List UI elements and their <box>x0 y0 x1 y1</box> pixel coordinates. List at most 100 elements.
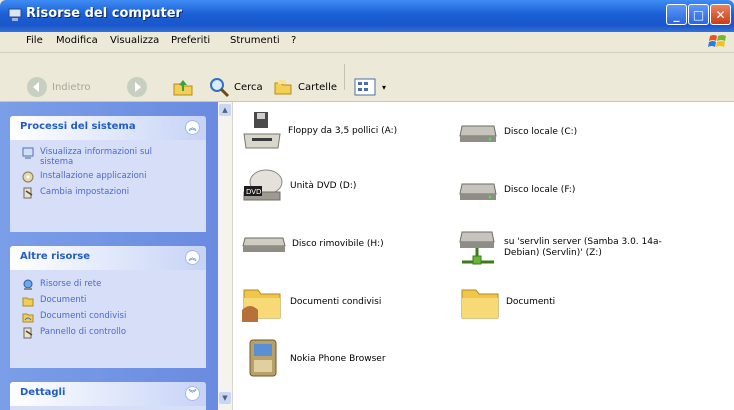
scroll-down-icon[interactable]: ▼ <box>219 392 231 404</box>
menu-strumenti[interactable]: Strumenti <box>230 35 280 46</box>
back-arrow-icon <box>27 77 47 97</box>
back-label: Indietro <box>52 81 91 93</box>
install-programs-icon <box>22 171 34 183</box>
group-title: Processi del sistema <box>20 121 136 132</box>
drive-local-c[interactable]: Disco locale (C:) <box>458 118 577 146</box>
toolbar-separator <box>344 64 345 90</box>
item-label: Nokia Phone Browser <box>290 353 386 364</box>
folder-shared-documents[interactable]: Documenti condivisi <box>240 280 381 324</box>
drive-floppy-a[interactable]: Floppy da 3,5 pollici (A:) <box>242 110 397 152</box>
control-panel-icon <box>23 327 33 339</box>
floppy-drive-icon <box>243 112 281 149</box>
explorer-window: Risorse del computer _ □ ✕ File Modifica… <box>0 0 734 410</box>
item-label: Unità DVD (D:) <box>290 180 357 191</box>
item-label: su 'servlin server (Samba 3.0. 14a-Debia… <box>504 237 662 258</box>
svg-text:DVD: DVD <box>246 188 261 196</box>
minimize-button[interactable]: _ <box>666 4 687 25</box>
network-drive-icon <box>459 231 495 265</box>
task-documents[interactable]: Documenti <box>10 293 206 309</box>
up-folder-icon <box>173 80 193 96</box>
scroll-up-icon[interactable]: ▲ <box>219 104 231 116</box>
vertical-scrollbar[interactable]: ▲ ▼ <box>218 102 233 410</box>
group-header[interactable]: Processi del sistema ︽ <box>10 116 206 140</box>
shared-folder-icon <box>242 289 281 322</box>
drive-network-z[interactable]: su 'servlin server (Samba 3.0. 14a-Debia… <box>458 226 674 270</box>
group-details: Dettagli ︾ <box>10 382 206 410</box>
folders-button[interactable]: Cartelle <box>272 76 337 98</box>
menu-preferiti[interactable]: Preferiti <box>171 35 210 46</box>
menu-visualizza[interactable]: Visualizza <box>110 35 159 46</box>
group-title: Altre risorse <box>20 251 90 262</box>
item-label: Disco locale (F:) <box>504 184 576 195</box>
group-system-tasks: Processi del sistema ︽ Visualizza inform… <box>10 116 206 232</box>
menu-modifica[interactable]: Modifica <box>56 35 98 46</box>
minimize-icon: _ <box>673 7 680 22</box>
drive-dvd-d[interactable]: DVD Unità DVD (D:) <box>240 166 356 206</box>
shared-documents-icon <box>22 313 34 323</box>
search-button[interactable]: Cerca <box>208 76 263 98</box>
folder-documents[interactable]: Documenti <box>460 282 555 322</box>
nokia-phone-browser[interactable]: Nokia Phone Browser <box>244 336 386 382</box>
window-title: Risorse del computer <box>26 6 182 21</box>
hard-disk-icon <box>459 183 497 200</box>
task-view-system-info[interactable]: Visualizza informazioni sul sistema <box>10 145 206 169</box>
network-places-icon <box>23 279 33 290</box>
collapse-chevron-icon[interactable]: ︽ <box>185 250 200 265</box>
maximize-button[interactable]: □ <box>688 4 709 25</box>
task-add-remove-programs[interactable]: Installazione applicazioni <box>10 169 206 185</box>
task-shared-documents[interactable]: Documenti condivisi <box>10 309 206 325</box>
removable-disk-icon <box>242 237 286 252</box>
task-control-panel[interactable]: Pannello di controllo <box>10 325 206 341</box>
task-label: Cambia impostazioni <box>40 187 130 197</box>
search-icon <box>210 78 230 98</box>
task-label: Pannello di controllo <box>40 327 127 337</box>
close-button[interactable]: ✕ <box>710 4 731 25</box>
title-bar[interactable]: Risorse del computer _ □ ✕ <box>0 0 734 32</box>
item-label: Documenti <box>506 296 556 307</box>
menu-bar: File Modifica Visualizza Preferiti Strum… <box>0 32 734 53</box>
close-icon: ✕ <box>715 7 726 22</box>
item-label: Disco rimovibile (H:) <box>292 238 384 249</box>
search-label: Cerca <box>234 81 263 93</box>
task-network-places[interactable]: Risorse di rete <box>10 277 206 293</box>
views-button[interactable]: ▾ <box>354 76 386 98</box>
phone-browser-icon <box>249 339 277 377</box>
control-panel-icon <box>23 187 33 199</box>
group-header[interactable]: Dettagli ︾ <box>10 382 206 406</box>
views-grid-icon <box>354 78 376 96</box>
task-label: Installazione applicazioni <box>40 171 147 181</box>
drive-removable-h[interactable]: Disco rimovibile (H:) <box>242 232 384 256</box>
system-info-icon <box>22 147 34 159</box>
item-label: Documenti condivisi <box>290 296 382 307</box>
drive-local-f[interactable]: Disco locale (F:) <box>458 176 575 204</box>
folders-icon <box>274 80 292 95</box>
task-change-settings[interactable]: Cambia impostazioni <box>10 185 206 201</box>
folders-label: Cartelle <box>298 81 338 93</box>
back-button[interactable]: Indietro <box>26 76 91 98</box>
group-other-places: Altre risorse ︽ Risorse di rete Document… <box>10 246 206 368</box>
windows-logo-icon <box>708 35 726 47</box>
folder-icon <box>461 289 499 319</box>
forward-button[interactable] <box>126 76 148 98</box>
item-label: Disco locale (C:) <box>504 126 578 137</box>
task-label: Documenti condivisi <box>40 311 127 321</box>
item-label: Floppy da 3,5 pollici (A:) <box>288 125 398 136</box>
group-header[interactable]: Altre risorse ︽ <box>10 246 206 270</box>
up-folder-button[interactable] <box>172 76 194 98</box>
menu-help[interactable]: ? <box>291 35 296 46</box>
menu-file[interactable]: File <box>26 35 43 46</box>
task-label: Risorse di rete <box>40 279 102 289</box>
forward-arrow-icon <box>127 77 147 97</box>
dvd-drive-icon: DVD <box>243 169 283 201</box>
maximize-icon: □ <box>692 7 705 22</box>
task-label: Documenti <box>40 295 87 305</box>
documents-folder-icon <box>22 297 34 307</box>
collapse-chevron-icon[interactable]: ︽ <box>185 120 200 135</box>
expand-chevron-icon[interactable]: ︾ <box>185 386 200 401</box>
chevron-down-icon: ▾ <box>382 82 387 92</box>
hard-disk-icon <box>459 125 497 142</box>
task-label: Visualizza informazioni sul sistema <box>40 147 152 167</box>
task-pane: Processi del sistema ︽ Visualizza inform… <box>0 102 218 410</box>
computer-icon <box>8 8 22 21</box>
group-title: Dettagli <box>20 387 66 398</box>
